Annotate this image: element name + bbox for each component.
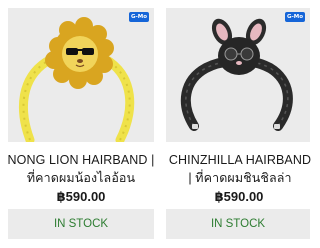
lion-hairband-icon	[19, 17, 135, 142]
product-card[interactable]: G-Mo NONG LION HAIRBAND | ที่คาดผมน้องไล…	[0, 0, 154, 248]
product-price: ฿590.00	[214, 189, 264, 204]
product-image[interactable]: G-Mo	[166, 8, 310, 142]
product-title[interactable]: CHINZHILLA HAIRBAND | ที่คาดผมชินชิลล่า	[166, 151, 314, 187]
stock-status-button[interactable]: IN STOCK	[166, 209, 310, 239]
chinchilla-hairband-icon	[181, 18, 293, 131]
product-title[interactable]: NONG LION HAIRBAND | ที่คาดผมน้องไลอ้อน	[4, 151, 158, 187]
brand-badge: G-Mo	[128, 12, 149, 22]
stock-status-button[interactable]: IN STOCK	[8, 209, 154, 239]
product-grid: G-Mo NONG LION HAIRBAND | ที่คาดผมน้องไล…	[0, 0, 320, 248]
product-image[interactable]: G-Mo	[8, 8, 154, 142]
product-price: ฿590.00	[56, 189, 106, 204]
brand-badge: G-Mo	[284, 12, 305, 22]
product-card[interactable]: G-Mo CHINZHILLA HAIRBAND | ที่คาดผมชินชิ…	[166, 0, 320, 248]
